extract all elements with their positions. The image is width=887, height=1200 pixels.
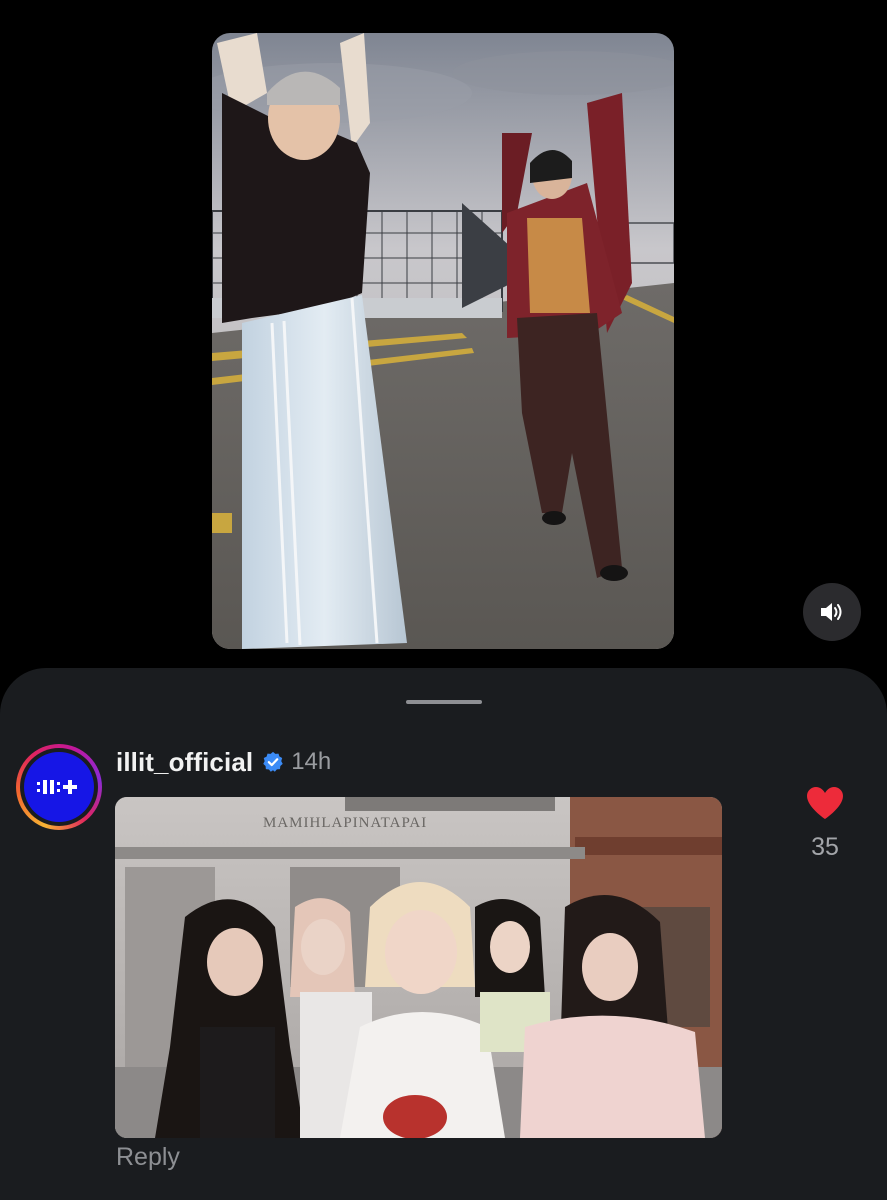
speaker-icon: [821, 603, 842, 621]
video-player[interactable]: [212, 33, 674, 649]
screen: illit_official 14h MAMIHLAPINATAPAI 35 R…: [0, 0, 887, 1200]
like-control: 35: [797, 785, 853, 862]
avatar[interactable]: [24, 752, 94, 822]
heart-icon[interactable]: [805, 785, 845, 821]
verified-badge-icon: [263, 751, 283, 772]
reply-button[interactable]: Reply: [116, 1143, 180, 1172]
like-count: 35: [811, 833, 839, 861]
comment-image[interactable]: MAMIHLAPINATAPAI: [115, 797, 722, 1138]
username-link[interactable]: illit_official: [116, 747, 253, 778]
storefront-sign: MAMIHLAPINATAPAI: [263, 815, 427, 831]
story-ring[interactable]: [16, 744, 102, 830]
sheet-drag-handle[interactable]: [406, 700, 482, 704]
illit-logo-icon: [37, 780, 77, 794]
comments-sheet: illit_official 14h MAMIHLAPINATAPAI 35 R…: [0, 668, 887, 1200]
sound-toggle-button[interactable]: [803, 583, 861, 641]
video-frame: [212, 33, 674, 649]
comment-header: illit_official 14h: [116, 745, 331, 779]
comment-timestamp: 14h: [291, 748, 332, 775]
group-photo: MAMIHLAPINATAPAI: [115, 797, 722, 1138]
